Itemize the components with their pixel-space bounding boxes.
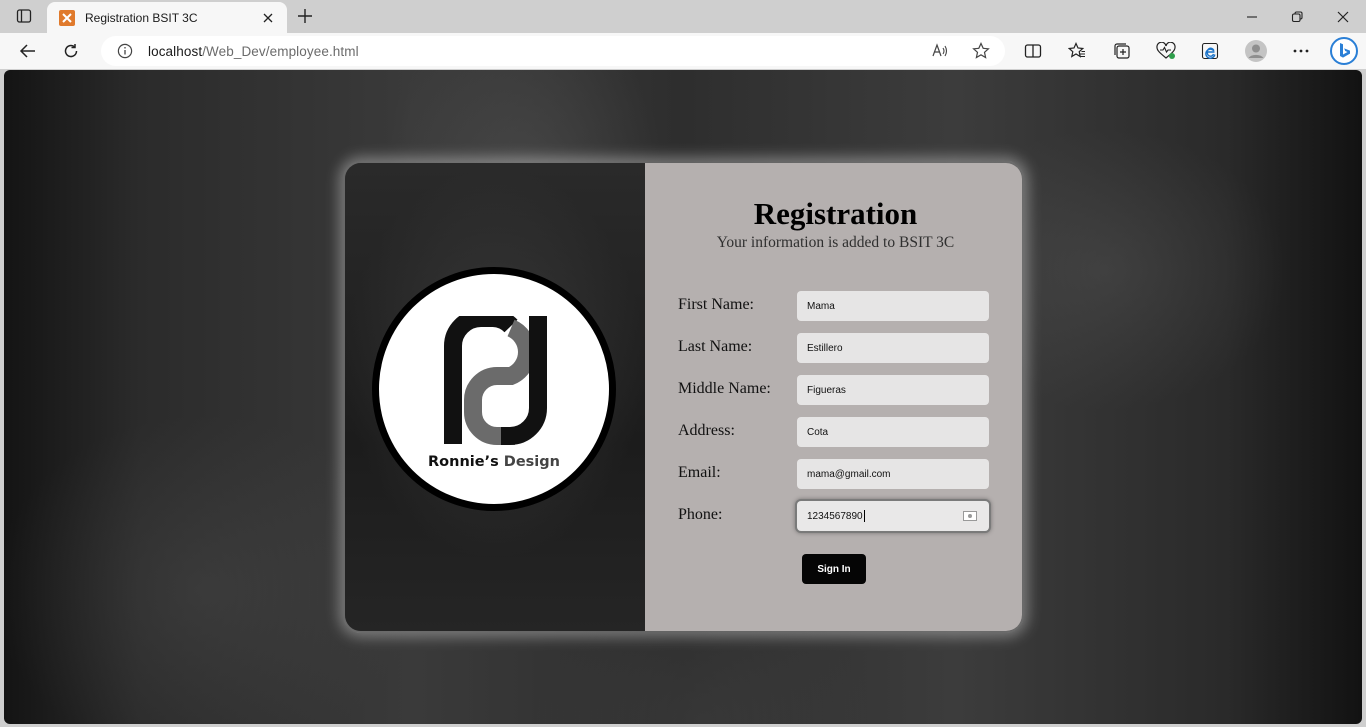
browser-toolbar: localhost/Web_Dev/employee.html (0, 33, 1366, 69)
email-row: Email: mama@gmail.com (678, 459, 993, 489)
middle-name-label: Middle Name: (678, 380, 771, 397)
brand-logo: Ronnie’s Design (372, 267, 616, 511)
last-name-input[interactable]: Estillero (797, 333, 989, 363)
xampp-favicon (59, 9, 75, 26)
phone-row: Phone: 1234567890 (678, 501, 993, 531)
page-subtitle: Your information is added to BSIT 3C (716, 234, 955, 251)
text-caret (863, 510, 865, 522)
close-window-icon[interactable] (1320, 0, 1366, 33)
avatar-icon[interactable] (1241, 37, 1271, 65)
address-label: Address: (678, 422, 735, 439)
email-label: Email: (678, 464, 721, 481)
middle-name-row: Middle Name: Figueras (678, 375, 993, 405)
address-input[interactable]: Cota (797, 417, 989, 447)
phone-value: 1234567890 (807, 510, 863, 522)
sign-in-button[interactable]: Sign In (802, 554, 866, 584)
first-name-row: First Name: Mama (678, 291, 993, 321)
address-bar[interactable]: localhost/Web_Dev/employee.html (101, 36, 1005, 66)
info-icon[interactable] (117, 43, 133, 59)
star-icon[interactable] (968, 39, 994, 63)
address-row: Address: Cota (678, 417, 993, 447)
registration-card: Ronnie’s Design Registration Your inform… (343, 161, 1024, 633)
autofill-key-icon[interactable] (963, 511, 977, 521)
email-input[interactable]: mama@gmail.com (797, 459, 989, 489)
rd-logo-mark-icon (444, 316, 547, 445)
url-text: localhost/Web_Dev/employee.html (148, 44, 359, 59)
logo-panel: Ronnie’s Design (345, 163, 645, 631)
tab-bar: Registration BSIT 3C (0, 0, 1366, 33)
read-aloud-icon[interactable] (928, 39, 954, 63)
back-arrow-icon[interactable] (13, 37, 43, 65)
page-viewport: Ronnie’s Design Registration Your inform… (4, 70, 1362, 724)
bing-icon[interactable] (1328, 35, 1360, 67)
browser-tab[interactable]: Registration BSIT 3C (47, 2, 287, 33)
middle-name-input[interactable]: Figueras (797, 375, 989, 405)
minimize-icon[interactable] (1229, 0, 1275, 33)
brand-name: Ronnie’s Design (379, 454, 609, 470)
last-name-row: Last Name: Estillero (678, 333, 993, 363)
brand-name-part2: Design (503, 454, 560, 470)
refresh-icon[interactable] (56, 37, 86, 65)
url-path: /Web_Dev/employee.html (202, 43, 359, 59)
close-icon[interactable] (257, 7, 279, 29)
more-icon[interactable] (1286, 37, 1316, 65)
restore-icon[interactable] (1274, 0, 1320, 33)
url-host: localhost (148, 43, 203, 59)
last-name-label: Last Name: (678, 338, 753, 355)
brand-name-part1: Ronnie’s (428, 454, 499, 470)
tab-actions-icon[interactable] (8, 4, 40, 28)
form-panel: Registration Your information is added t… (645, 163, 1022, 631)
tab-title: Registration BSIT 3C (85, 10, 198, 25)
phone-label: Phone: (678, 506, 723, 523)
heart-pulse-icon[interactable] (1151, 37, 1181, 65)
first-name-input[interactable]: Mama (797, 291, 989, 321)
split-screen-icon[interactable] (1018, 37, 1048, 65)
favorites-icon[interactable] (1062, 37, 1092, 65)
edge-icon[interactable] (1195, 37, 1225, 65)
plus-icon[interactable] (292, 4, 318, 28)
collections-icon[interactable] (1107, 37, 1137, 65)
page-title: Registration (753, 196, 918, 231)
first-name-label: First Name: (678, 296, 754, 313)
phone-input[interactable]: 1234567890 (797, 501, 989, 531)
